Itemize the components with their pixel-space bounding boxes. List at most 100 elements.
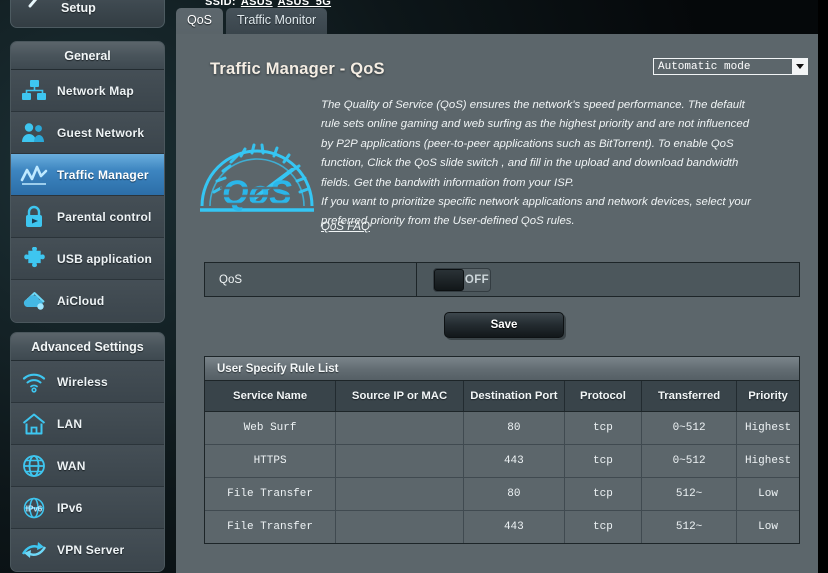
- sidebar-general-block: General Network Map: [10, 41, 165, 323]
- traffic-manager-icon: [11, 154, 57, 196]
- table-header-row: Service Name Source IP or MAC Destinatio…: [205, 381, 799, 411]
- cell-destination-port: 80: [463, 477, 564, 510]
- ssid-bar: SSID: ASUS ASUS_5G: [205, 0, 331, 8]
- column-header-source-ip-or-mac: Source IP or MAC: [336, 381, 464, 411]
- sidebar: Quick Internet Setup General Network Map: [0, 0, 176, 573]
- sidebar-advanced-header: Advanced Settings: [11, 333, 164, 361]
- quick-internet-setup-label: Quick Internet Setup: [61, 0, 164, 16]
- cell-source-ip-or-mac: [336, 411, 464, 444]
- sidebar-general-header: General: [11, 42, 164, 70]
- sidebar-item-label: Wireless: [57, 375, 108, 389]
- sidebar-item-label: Network Map: [57, 84, 134, 98]
- qos-speedometer-logo: QoS: [192, 118, 322, 223]
- cell-service-name: HTTPS: [205, 444, 336, 477]
- qos-faq-link[interactable]: QoS FAQ: [321, 221, 370, 233]
- sidebar-item-vpn-server[interactable]: VPN Server: [11, 529, 164, 571]
- table-row[interactable]: Web Surf 80 tcp 0~512 Highest: [205, 411, 799, 444]
- ssid-24g-link[interactable]: ASUS: [241, 0, 273, 8]
- rule-list-title: User Specify Rule List: [205, 357, 799, 381]
- right-edge-background: [818, 0, 828, 573]
- svg-text:IPv6: IPv6: [26, 504, 43, 513]
- sidebar-item-traffic-manager[interactable]: Traffic Manager: [11, 154, 164, 196]
- qos-description-paragraph-1: The Quality of Service (QoS) ensures the…: [321, 96, 759, 193]
- sidebar-item-label: USB application: [57, 252, 152, 266]
- wifi-icon: [11, 361, 57, 403]
- cell-protocol: tcp: [564, 411, 641, 444]
- cell-destination-port: 443: [463, 510, 564, 543]
- cell-priority: Low: [737, 477, 799, 510]
- qos-description: The Quality of Service (QoS) ensures the…: [321, 96, 759, 232]
- cell-priority: Low: [737, 510, 799, 543]
- cell-priority: Highest: [737, 411, 799, 444]
- sidebar-item-label: Traffic Manager: [57, 168, 149, 182]
- rule-table: Service Name Source IP or MAC Destinatio…: [205, 381, 799, 543]
- sidebar-item-aicloud[interactable]: AiCloud: [11, 280, 164, 322]
- toggle-state-label: OFF: [464, 274, 490, 286]
- qos-toggle-switch[interactable]: OFF: [433, 268, 491, 292]
- cell-service-name: File Transfer: [205, 510, 336, 543]
- cell-source-ip-or-mac: [336, 444, 464, 477]
- ipv6-icon: IPv6: [11, 487, 57, 529]
- cell-transferred: 512~: [642, 510, 737, 543]
- house-icon: [11, 403, 57, 445]
- sidebar-item-usb-application[interactable]: USB application: [11, 238, 164, 280]
- cell-source-ip-or-mac: [336, 477, 464, 510]
- main-panel: Traffic Manager - QoS Automatic mode: [176, 34, 818, 573]
- sidebar-item-label: Parental control: [57, 210, 152, 224]
- qos-mode-select[interactable]: Automatic mode: [653, 58, 808, 75]
- cell-service-name: File Transfer: [205, 477, 336, 510]
- guest-network-icon: [11, 112, 57, 154]
- user-specify-rule-list: User Specify Rule List Service Name Sour…: [204, 356, 800, 544]
- save-button[interactable]: Save: [444, 312, 564, 338]
- sidebar-item-label: AiCloud: [57, 294, 104, 308]
- table-row[interactable]: File Transfer 443 tcp 512~ Low: [205, 510, 799, 543]
- sidebar-item-label: LAN: [57, 417, 82, 431]
- sidebar-advanced-block: Advanced Settings Wireless: [10, 332, 165, 572]
- table-row[interactable]: HTTPS 443 tcp 0~512 Highest: [205, 444, 799, 477]
- chevron-down-icon[interactable]: [792, 59, 807, 74]
- cell-protocol: tcp: [564, 444, 641, 477]
- qos-row-label: QoS: [205, 263, 417, 296]
- quick-internet-setup-button[interactable]: Quick Internet Setup: [10, 0, 165, 28]
- qos-description-paragraph-2: If you want to prioritize specific netwo…: [321, 193, 759, 232]
- column-header-priority: Priority: [737, 381, 799, 411]
- router-admin-window: Quick Internet Setup General Network Map: [0, 0, 828, 573]
- ssid-label: SSID:: [205, 0, 236, 8]
- sidebar-item-label: WAN: [57, 459, 86, 473]
- sidebar-item-wan[interactable]: WAN: [11, 445, 164, 487]
- cloud-home-icon: [11, 280, 57, 322]
- qos-mode-value: Automatic mode: [654, 61, 792, 73]
- page-title: Traffic Manager - QoS: [210, 60, 385, 79]
- cell-protocol: tcp: [564, 510, 641, 543]
- tab-traffic-monitor[interactable]: Traffic Monitor: [226, 8, 327, 34]
- globe-icon: [11, 445, 57, 487]
- magic-wand-icon: [23, 0, 53, 11]
- cell-transferred: 0~512: [642, 411, 737, 444]
- ssid-5g-link[interactable]: ASUS_5G: [278, 0, 331, 8]
- column-header-destination-port: Destination Port: [463, 381, 564, 411]
- qos-toggle-row: QoS OFF: [204, 262, 800, 297]
- puzzle-icon: [11, 238, 57, 280]
- sidebar-item-wireless[interactable]: Wireless: [11, 361, 164, 403]
- qos-logo-text: QoS: [222, 174, 292, 212]
- cell-transferred: 0~512: [642, 444, 737, 477]
- table-row[interactable]: File Transfer 80 tcp 512~ Low: [205, 477, 799, 510]
- cell-transferred: 512~: [642, 477, 737, 510]
- sidebar-item-label: IPv6: [57, 501, 83, 515]
- sidebar-item-label: VPN Server: [57, 543, 124, 557]
- tab-bar: QoS Traffic Monitor: [176, 8, 828, 34]
- sidebar-item-parental-control[interactable]: Parental control: [11, 196, 164, 238]
- network-map-icon: [11, 70, 57, 112]
- cell-service-name: Web Surf: [205, 411, 336, 444]
- column-header-protocol: Protocol: [564, 381, 641, 411]
- tab-qos[interactable]: QoS: [176, 8, 223, 34]
- cell-protocol: tcp: [564, 477, 641, 510]
- sidebar-item-guest-network[interactable]: Guest Network: [11, 112, 164, 154]
- column-header-service-name: Service Name: [205, 381, 336, 411]
- sidebar-item-lan[interactable]: LAN: [11, 403, 164, 445]
- cell-source-ip-or-mac: [336, 510, 464, 543]
- sidebar-item-ipv6[interactable]: IPv6 IPv6: [11, 487, 164, 529]
- vpn-icon: [11, 529, 57, 571]
- sidebar-item-network-map[interactable]: Network Map: [11, 70, 164, 112]
- cell-destination-port: 443: [463, 444, 564, 477]
